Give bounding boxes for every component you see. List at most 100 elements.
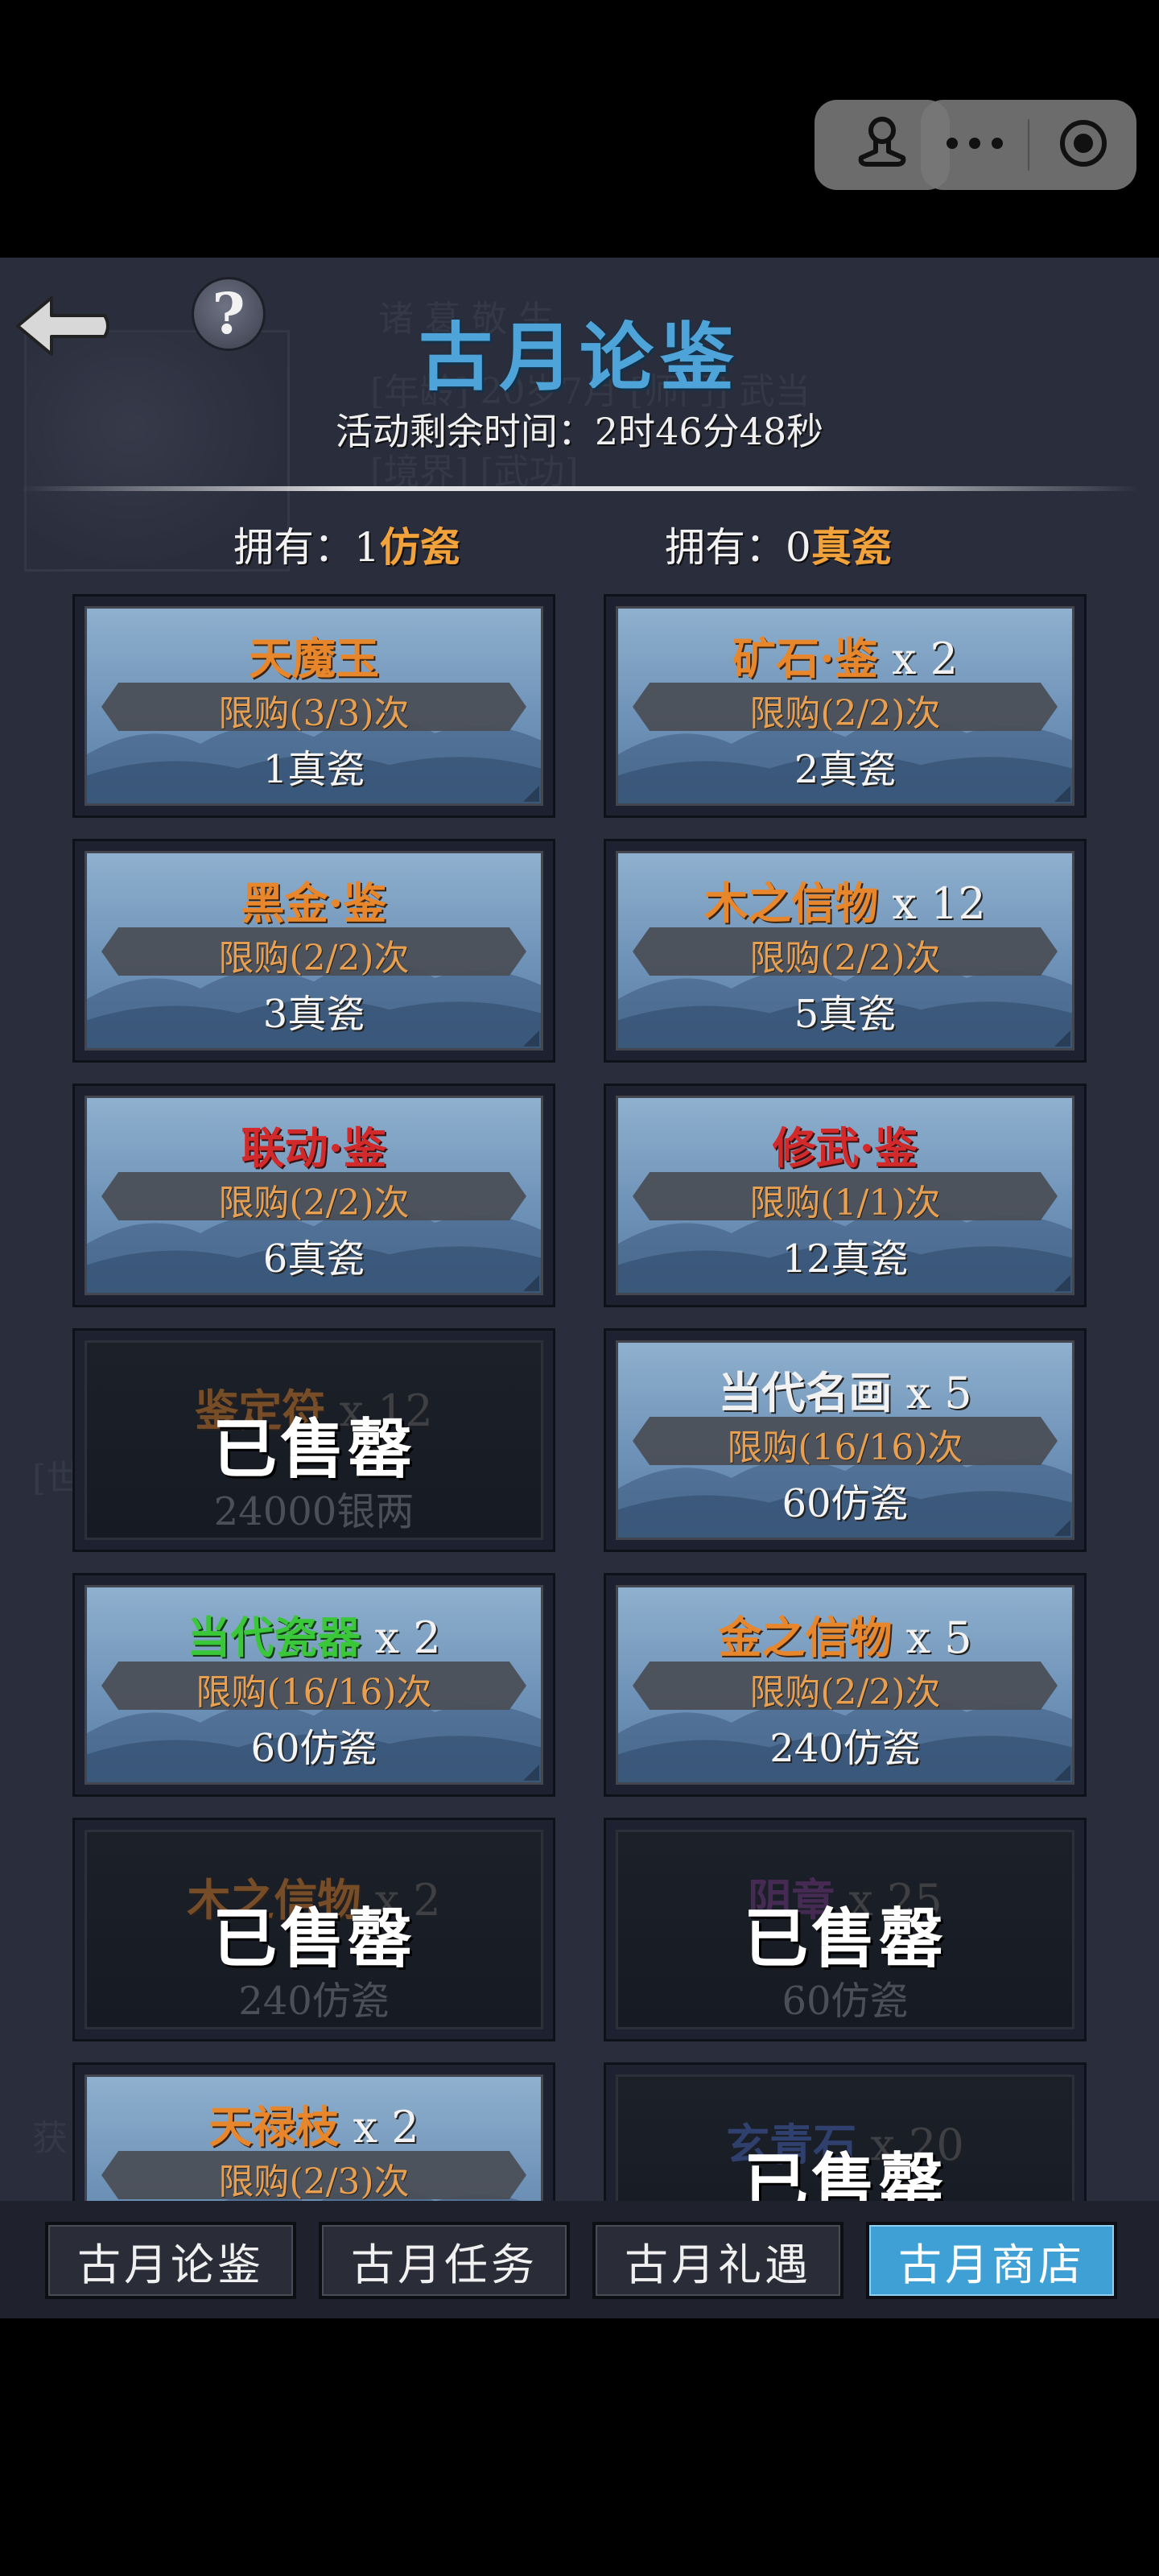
- item-name: 天魔玉: [87, 623, 541, 687]
- item-name: 当代名画 x 5: [618, 1357, 1072, 1421]
- owned-zhen-ci: 拥有：0真瓷: [665, 515, 892, 573]
- item-title: 天魔玉: [249, 633, 379, 684]
- item-name: 联动·鉴: [87, 1113, 541, 1176]
- item-quantity: x 2: [877, 634, 958, 684]
- ellipsis-icon: [942, 135, 1007, 155]
- item-price: 60仿瓷: [782, 1481, 909, 1526]
- header-divider: [19, 486, 1140, 491]
- tab-label: 古月论鉴: [77, 2239, 264, 2290]
- item-price: 5真瓷: [794, 992, 897, 1037]
- card-frame: 黑金·鉴限购(2/2)次3真瓷已售罄: [85, 851, 543, 1051]
- purchase-limit: 限购(2/2)次: [218, 938, 410, 979]
- tab-lunjian[interactable]: 古月论鉴: [45, 2222, 296, 2299]
- tab-label: 古月礼遇: [625, 2239, 811, 2290]
- item-title: 金之信物: [718, 1612, 893, 1663]
- shop-item-grid: 天魔玉限购(3/3)次 1真瓷已售罄 矿石·鉴 x 2 限购(2/2)次 2真瓷已售罄 黑…: [0, 594, 1159, 2201]
- item-quantity: x 12: [878, 878, 986, 929]
- tab-shangdian[interactable]: 古月商店: [866, 2222, 1117, 2299]
- shop-item-card[interactable]: 黑金·鉴限购(2/2)次3真瓷已售罄: [72, 839, 555, 1063]
- item-price: 12真瓷: [782, 1236, 909, 1282]
- purchase-limit: 限购(2/3)次: [218, 2161, 410, 2201]
- shop-item-card: 阴章 x 25 60仿瓷 已售罄: [604, 1818, 1087, 2041]
- item-name: 矿石·鉴 x 2: [618, 623, 1072, 687]
- item-price: 240仿瓷: [769, 1726, 921, 1771]
- tab-renwu[interactable]: 古月任务: [319, 2222, 570, 2299]
- event-shop-panel: 诸 葛 敬 生 [年龄] 20岁7月 [师门] 武当 [境界] [武功] [世]…: [0, 258, 1159, 2318]
- event-timer: 活动剩余时间：2时46分48秒: [335, 410, 824, 453]
- item-name: 修武·鉴: [618, 1113, 1072, 1176]
- purchase-limit: 限购(16/16)次: [727, 1427, 963, 1468]
- purchase-limit: 限购(2/2)次: [218, 1183, 410, 1224]
- item-name: 木之信物 x 12: [618, 868, 1072, 931]
- purchase-limit: 限购(2/2)次: [749, 938, 941, 979]
- shop-item-card[interactable]: 金之信物 x 5限购(2/2)次240仿瓷已售罄: [604, 1573, 1087, 1797]
- item-title: 黑金·鉴: [241, 877, 387, 929]
- item-price: 60仿瓷: [250, 1726, 377, 1771]
- close-miniprogram-button[interactable]: [1029, 100, 1136, 190]
- shop-item-card[interactable]: 当代名画 x 5限购(16/16)次60仿瓷已售罄: [604, 1328, 1087, 1552]
- capsule-menu-group: [921, 100, 1136, 190]
- item-title: 木之信物: [704, 877, 879, 929]
- shop-item-card[interactable]: 天禄枝 x 2限购(2/3)次已售罄: [72, 2062, 555, 2201]
- owned-currency: 真瓷: [810, 523, 892, 571]
- card-frame: 鉴定符 x 12 24000银两 已售罄: [85, 1340, 543, 1540]
- page-title: 古月论鉴: [418, 314, 740, 401]
- card-frame: 金之信物 x 5限购(2/2)次240仿瓷已售罄: [616, 1585, 1074, 1785]
- item-title: 矿石·鉴: [732, 633, 878, 684]
- purchase-limit: 限购(3/3)次: [218, 693, 410, 734]
- bottom-tab-bar: 古月论鉴 古月任务 古月礼遇 古月商店: [0, 2201, 1159, 2318]
- item-price: 1真瓷: [262, 747, 365, 792]
- purchase-limit: 限购(2/2)次: [749, 1672, 941, 1713]
- card-frame: 修武·鉴限购(1/1)次12真瓷已售罄: [616, 1096, 1074, 1295]
- shop-item-card[interactable]: 修武·鉴限购(1/1)次12真瓷已售罄: [604, 1084, 1087, 1307]
- shop-item-card: 鉴定符 x 12 24000银两 已售罄: [72, 1328, 555, 1552]
- shop-item-card: 木之信物 x 2 240仿瓷 已售罄: [72, 1818, 555, 2041]
- item-quantity: x 5: [892, 1612, 972, 1663]
- card-frame: 联动·鉴限购(2/2)次6真瓷已售罄: [85, 1096, 543, 1295]
- purchase-limit: 限购(16/16)次: [196, 1672, 432, 1713]
- card-frame: 阴章 x 25 60仿瓷 已售罄: [616, 1830, 1074, 2029]
- card-frame: 天禄枝 x 2限购(2/3)次已售罄: [85, 2074, 543, 2201]
- owned-prefix: 拥有：: [665, 524, 786, 571]
- card-frame: 当代名画 x 5限购(16/16)次60仿瓷已售罄: [616, 1340, 1074, 1540]
- owned-count: 0: [786, 524, 811, 571]
- item-title: 当代名画: [718, 1367, 893, 1418]
- card-frame: 玄青石 x 20 已售罄: [616, 2074, 1074, 2201]
- item-quantity: x 2: [361, 1612, 441, 1663]
- purchase-limit: 限购(2/2)次: [749, 693, 941, 734]
- shop-item-card[interactable]: 矿石·鉴 x 2限购(2/2)次2真瓷已售罄: [604, 594, 1087, 818]
- owned-fang-ci: 拥有：1仿瓷: [233, 515, 460, 573]
- tab-liyu[interactable]: 古月礼遇: [592, 2222, 843, 2299]
- item-name: 天禄枝 x 2: [87, 2091, 541, 2155]
- item-name: 当代瓷器 x 2: [87, 1602, 541, 1666]
- purchase-limit: 限购(1/1)次: [749, 1183, 941, 1224]
- joystick-icon: [850, 111, 914, 179]
- owned-currency: 仿瓷: [379, 523, 460, 571]
- card-frame: 木之信物 x 2 240仿瓷 已售罄: [85, 1830, 543, 2029]
- item-quantity: x 2: [339, 2102, 419, 2153]
- card-frame: 矿石·鉴 x 2限购(2/2)次2真瓷已售罄: [616, 606, 1074, 806]
- item-name: 金之信物 x 5: [618, 1602, 1072, 1666]
- item-title: 联动·鉴: [241, 1122, 387, 1174]
- item-quantity: x 5: [892, 1368, 972, 1418]
- item-name: 黑金·鉴: [87, 868, 541, 931]
- item-price: 6真瓷: [262, 1236, 365, 1282]
- tab-label: 古月商店: [898, 2239, 1085, 2290]
- item-title: 当代瓷器: [187, 1612, 361, 1663]
- shop-item-card[interactable]: 当代瓷器 x 2限购(16/16)次60仿瓷已售罄: [72, 1573, 555, 1797]
- card-frame: 当代瓷器 x 2限购(16/16)次60仿瓷已售罄: [85, 1585, 543, 1785]
- item-title: 修武·鉴: [772, 1122, 918, 1174]
- more-button[interactable]: [921, 100, 1028, 190]
- sold-out-label: 已售罄: [744, 1901, 947, 1976]
- item-title: 天禄枝: [208, 2101, 340, 2153]
- shop-item-card[interactable]: 木之信物 x 12限购(2/2)次5真瓷已售罄: [604, 839, 1087, 1063]
- tab-label: 古月任务: [351, 2239, 538, 2290]
- card-frame: 木之信物 x 12限购(2/2)次5真瓷已售罄: [616, 851, 1074, 1051]
- shop-item-card[interactable]: 联动·鉴限购(2/2)次6真瓷已售罄: [72, 1084, 555, 1307]
- shop-item-card[interactable]: 天魔玉限购(3/3)次1真瓷已售罄: [72, 594, 555, 818]
- shop-item-card: 玄青石 x 20 已售罄: [604, 2062, 1087, 2201]
- target-circle-icon: [1055, 115, 1112, 175]
- owned-prefix: 拥有：: [233, 524, 354, 571]
- item-price: 2真瓷: [794, 747, 897, 792]
- sold-out-label: 已售罄: [744, 2145, 947, 2201]
